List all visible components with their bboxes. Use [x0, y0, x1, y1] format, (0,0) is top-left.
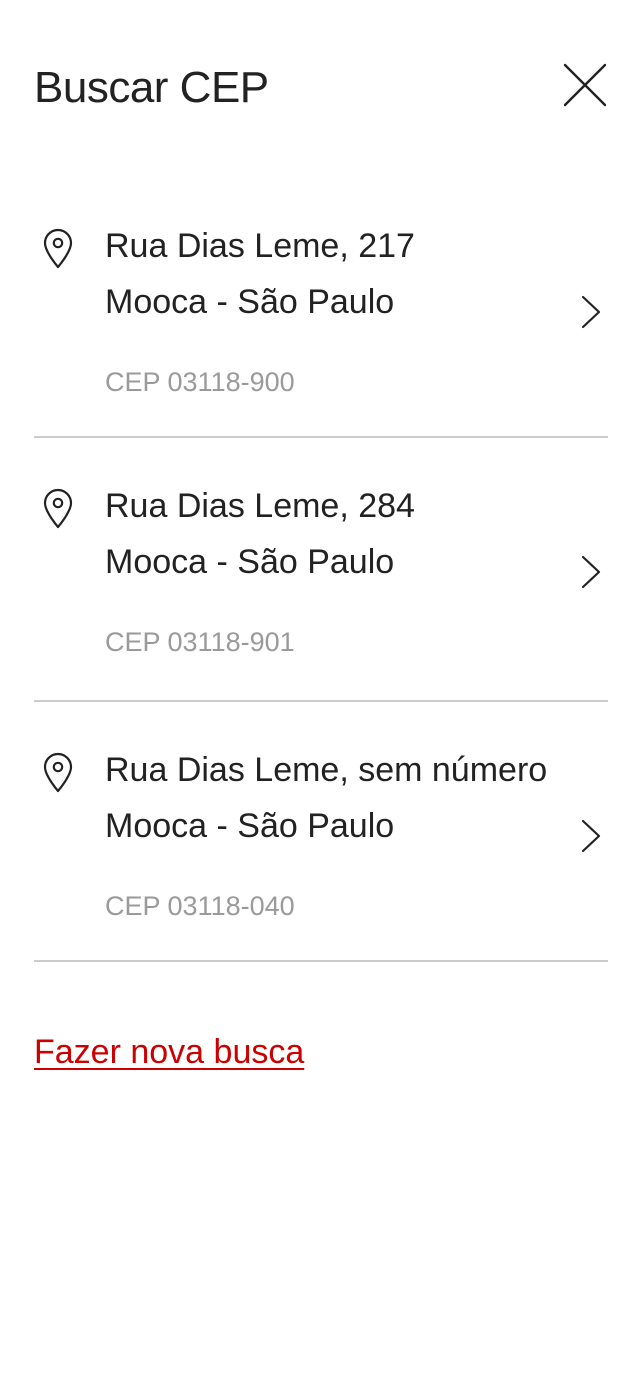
map-pin-icon: [43, 228, 73, 269]
result-cep: CEP 03118-901: [105, 627, 295, 657]
map-pin-icon: [43, 752, 73, 793]
result-list: Rua Dias Leme, 217 Mooca - São Paulo CEP…: [34, 178, 608, 962]
chevron-right-icon: [581, 555, 601, 589]
map-pin-icon: [43, 488, 73, 529]
result-street: Rua Dias Leme, 284: [105, 487, 415, 525]
result-cep: CEP 03118-040: [105, 891, 295, 921]
result-district-city: Mooca - São Paulo: [105, 807, 395, 845]
result-item[interactable]: Rua Dias Leme, 284 Mooca - São Paulo CEP…: [34, 438, 608, 702]
chevron-right-icon: [581, 295, 601, 329]
result-item[interactable]: Rua Dias Leme, sem número Mooca - São Pa…: [34, 702, 608, 962]
result-street: Rua Dias Leme, sem número: [105, 751, 548, 789]
new-search-link[interactable]: Fazer nova busca: [34, 1030, 304, 1074]
result-street: Rua Dias Leme, 217: [105, 227, 415, 265]
result-district-city: Mooca - São Paulo: [105, 543, 395, 581]
chevron-right-icon: [581, 819, 601, 853]
result-district-city: Mooca - São Paulo: [105, 283, 395, 321]
close-button[interactable]: [562, 62, 608, 108]
page-title: Buscar CEP: [34, 63, 269, 112]
header: Buscar CEP: [34, 58, 608, 118]
result-item[interactable]: Rua Dias Leme, 217 Mooca - São Paulo CEP…: [34, 178, 608, 438]
close-icon: [563, 63, 607, 107]
result-cep: CEP 03118-900: [105, 367, 295, 397]
